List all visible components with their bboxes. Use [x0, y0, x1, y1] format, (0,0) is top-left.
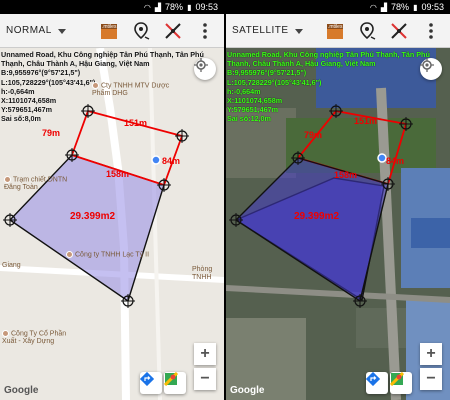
my-location-button[interactable] [194, 58, 216, 80]
maptype-label: NORMAL [6, 25, 52, 36]
pin-route-icon[interactable] [128, 17, 154, 45]
toolbar: SATELLITE .mtiles [226, 14, 450, 48]
segment-label-top: 151m [124, 118, 148, 128]
chevron-down-icon [294, 29, 303, 34]
toolbar: NORMAL .mtiles [0, 14, 224, 48]
map-satellite[interactable]: Unnamed Road, Khu Công nghiệp Tân Phú Th… [226, 48, 450, 400]
directions-icon [366, 372, 380, 386]
directions-icon [140, 372, 154, 386]
map-normal[interactable]: Unnamed Road, Khu Công nghiệp Tân Phú Th… [0, 48, 224, 400]
google-logo: Google [4, 385, 39, 396]
battery-percent: 78% [391, 2, 410, 12]
signal-icon: ▟ [380, 2, 388, 12]
open-maps-icon [390, 372, 404, 386]
poi-dang-toan[interactable]: Trạm chiết DNTN Đăng Toàn [4, 176, 74, 192]
poi-giang: Giang [2, 262, 21, 269]
my-location-button[interactable] [420, 58, 442, 80]
my-location-icon [194, 58, 208, 72]
battery-icon: ▮ [187, 2, 192, 12]
maptype-dropdown[interactable]: SATELLITE [232, 25, 316, 36]
segment-label-right: 84m [162, 156, 181, 166]
segment-label-top: 151m [354, 116, 378, 126]
segment-label-mid: 158m [106, 169, 130, 179]
poi-icon [92, 82, 99, 89]
coordinate-info: Unnamed Road, Khu Công nghiệp Tân Phú Th… [227, 50, 447, 124]
x-coordinate-text: X:1101074,658m [227, 96, 283, 106]
poi-phong[interactable]: Phòng TNHH [192, 266, 222, 282]
google-logo: Google [230, 385, 265, 396]
compass-tools-icon[interactable] [386, 17, 412, 45]
poi-icon [66, 251, 73, 258]
maptype-dropdown[interactable]: NORMAL [6, 25, 90, 36]
zoom-out-button[interactable]: − [194, 368, 216, 390]
poi-co-phan[interactable]: Công Ty Cổ Phần Xuất - Xây Dựng [2, 330, 82, 346]
more-vert-icon[interactable] [192, 17, 218, 45]
latitude-text: B:9,955976°(9°57'21,5") [227, 68, 307, 78]
chevron-down-icon [57, 29, 66, 34]
longitude-text: L:105,728229°(105°43'41,6") [227, 77, 322, 87]
battery-icon: ▮ [413, 2, 418, 12]
segment-label-left: 79m [42, 128, 61, 138]
error-text: Sai số:8,0m [1, 114, 41, 124]
segment-label-mid: 158m [334, 170, 358, 180]
pin-route-icon[interactable] [354, 17, 380, 45]
wifi-icon: ◠ [143, 2, 151, 12]
segment-label-right: 84m [386, 156, 405, 166]
clock: 09:53 [195, 2, 218, 12]
left-pane: ◠ ▟ 78% ▮ 09:53 NORMAL .mtiles Unnamed R… [0, 0, 224, 400]
battery-percent: 78% [165, 2, 184, 12]
status-bar: ◠ ▟ 78% ▮ 09:53 [226, 0, 450, 14]
segment-label-left: 79m [304, 130, 323, 140]
area-label: 29.399m2 [70, 211, 116, 222]
my-location-icon [420, 58, 434, 72]
open-maps-icon [164, 372, 178, 386]
zoom-in-button[interactable]: + [420, 343, 442, 365]
poi-icon [4, 176, 11, 183]
latitude-text: B:9,955976°(9°57'21,5") [1, 68, 81, 78]
svg-text:.mtiles: .mtiles [102, 24, 117, 30]
poi-lac-ty[interactable]: Công ty TNHH Lạc Tỷ II [66, 251, 176, 259]
address-text: Unnamed Road, Khu Công nghiệp Tân Phú Th… [227, 50, 430, 69]
error-text: Sai số:12,0m [227, 114, 271, 124]
open-maps-button[interactable] [164, 372, 186, 394]
right-pane: ◠ ▟ 78% ▮ 09:53 SATELLITE .mtiles Unname… [226, 0, 450, 400]
file-mtiles-icon[interactable]: .mtiles [322, 17, 348, 45]
more-vert-icon[interactable] [418, 17, 444, 45]
poi-dhg[interactable]: Cty TNHH MTV Dược Phẩm DHG [92, 82, 182, 98]
signal-icon: ▟ [154, 2, 162, 12]
file-mtiles-icon[interactable]: .mtiles [96, 17, 122, 45]
area-label: 29.399m2 [294, 211, 340, 222]
directions-button[interactable] [366, 372, 388, 394]
height-text: h:-0,664m [227, 86, 261, 96]
open-maps-button[interactable] [390, 372, 412, 394]
zoom-out-button[interactable]: − [420, 368, 442, 390]
zoom-in-button[interactable]: + [194, 343, 216, 365]
maptype-label: SATELLITE [232, 25, 289, 36]
address-text: Unnamed Road, Khu Công nghiệp Tân Phú Th… [1, 50, 204, 69]
compass-tools-icon[interactable] [160, 17, 186, 45]
status-bar: ◠ ▟ 78% ▮ 09:53 [0, 0, 224, 14]
wifi-icon: ◠ [369, 2, 377, 12]
clock: 09:53 [421, 2, 444, 12]
directions-button[interactable] [140, 372, 162, 394]
svg-text:.mtiles: .mtiles [328, 24, 343, 30]
poi-icon [2, 330, 9, 337]
